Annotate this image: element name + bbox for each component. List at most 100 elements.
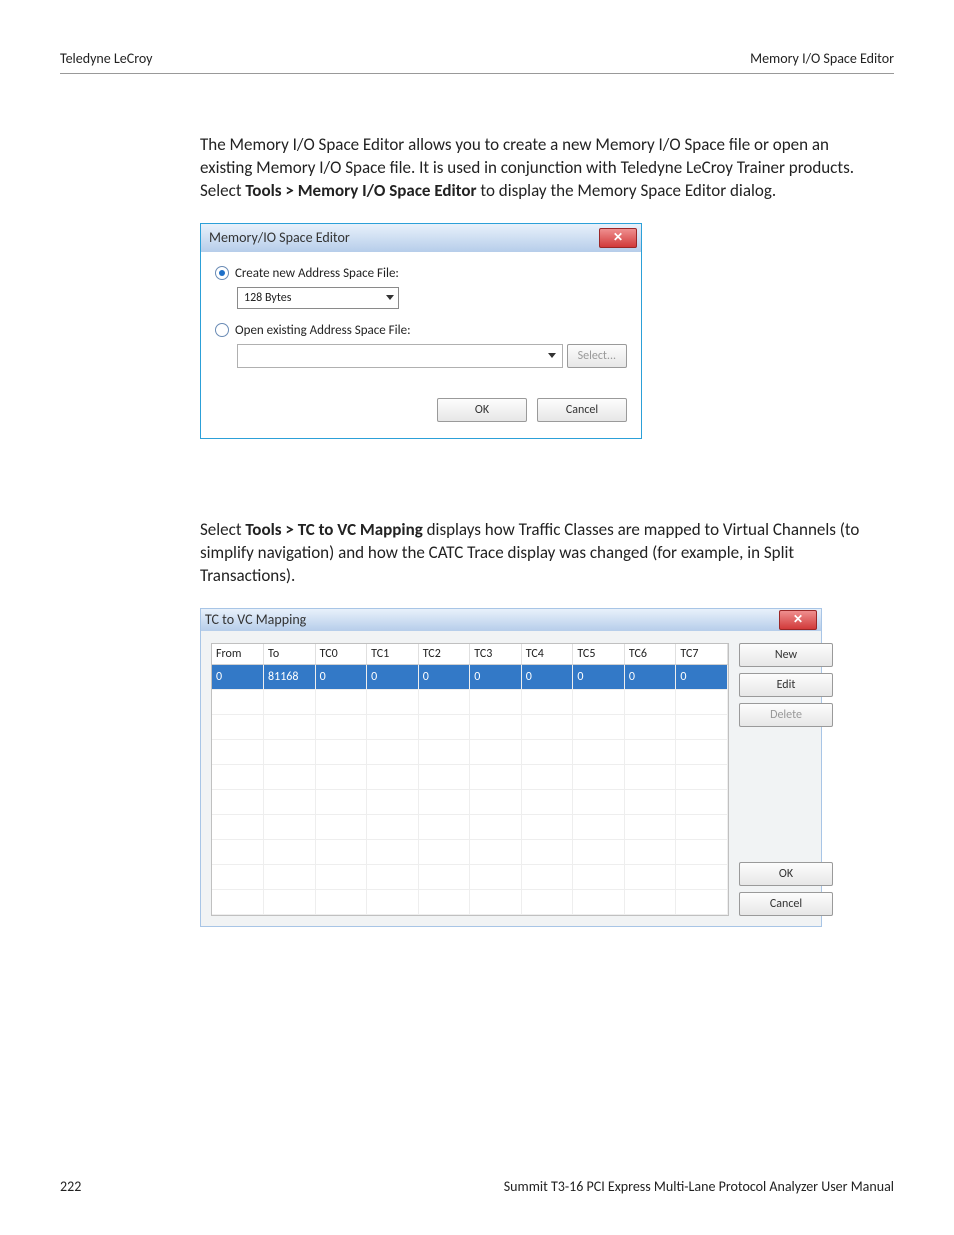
table-cell — [676, 864, 728, 889]
table-cell[interactable]: 0 — [521, 664, 573, 689]
table-header[interactable]: TC2 — [418, 644, 470, 665]
table-cell — [212, 789, 264, 814]
table-cell — [470, 889, 522, 914]
table-cell — [212, 739, 264, 764]
memory-io-space-editor-dialog: Memory/IO Space Editor ✕ Create new Addr… — [200, 223, 642, 439]
table-cell — [624, 714, 676, 739]
table-cell — [264, 839, 316, 864]
table-cell — [264, 789, 316, 814]
table-cell — [470, 839, 522, 864]
table-cell — [367, 839, 419, 864]
table-cell — [573, 739, 625, 764]
table-cell[interactable]: 0 — [212, 664, 264, 689]
table-header[interactable]: TC5 — [573, 644, 625, 665]
table-cell — [315, 889, 367, 914]
table-cell — [367, 789, 419, 814]
table-cell — [315, 689, 367, 714]
ok-button[interactable]: OK — [437, 398, 527, 422]
table-cell[interactable]: 81168 — [264, 664, 316, 689]
table-row — [212, 889, 728, 914]
table-cell — [367, 714, 419, 739]
table-cell — [624, 789, 676, 814]
table-cell — [315, 739, 367, 764]
table-cell — [315, 764, 367, 789]
select-file-button[interactable]: Select... — [567, 344, 627, 368]
table-cell — [470, 764, 522, 789]
dialog-title: Memory/IO Space Editor — [209, 229, 350, 246]
table-row — [212, 864, 728, 889]
table-header[interactable]: TC0 — [315, 644, 367, 665]
table-cell — [367, 864, 419, 889]
table-header[interactable]: TC6 — [624, 644, 676, 665]
table-header[interactable]: To — [264, 644, 316, 665]
table-cell[interactable]: 0 — [315, 664, 367, 689]
edit-button[interactable]: Edit — [739, 673, 833, 697]
table-cell — [212, 864, 264, 889]
table-cell — [470, 714, 522, 739]
table-row — [212, 789, 728, 814]
table-cell — [470, 814, 522, 839]
table-cell — [418, 714, 470, 739]
table-cell — [470, 789, 522, 814]
table-cell — [624, 764, 676, 789]
table-cell — [573, 839, 625, 864]
table-cell — [264, 889, 316, 914]
size-combo[interactable]: 128 Bytes — [237, 287, 399, 309]
table-header[interactable]: TC3 — [470, 644, 522, 665]
table-row[interactable]: 08116800000000 — [212, 664, 728, 689]
chevron-down-icon — [386, 295, 394, 300]
chevron-down-icon — [548, 353, 556, 358]
table-cell — [264, 689, 316, 714]
table-cell — [315, 814, 367, 839]
para2-pre: Select — [200, 519, 245, 540]
table-cell — [573, 789, 625, 814]
table-cell[interactable]: 0 — [573, 664, 625, 689]
tc-vc-mapping-dialog: TC to VC Mapping ✕ FromToTC0TC1TC2TC3TC4… — [200, 608, 822, 927]
close-icon[interactable]: ✕ — [779, 610, 817, 630]
dialog-titlebar[interactable]: TC to VC Mapping ✕ — [201, 609, 821, 631]
table-cell[interactable]: 0 — [470, 664, 522, 689]
table-cell — [521, 889, 573, 914]
para1-post: to display the Memory Space Editor dialo… — [477, 180, 777, 201]
table-cell — [418, 764, 470, 789]
mapping-table[interactable]: FromToTC0TC1TC2TC3TC4TC5TC6TC7 081168000… — [211, 643, 729, 916]
table-header[interactable]: TC7 — [676, 644, 728, 665]
table-cell[interactable]: 0 — [418, 664, 470, 689]
new-button[interactable]: New — [739, 643, 833, 667]
file-path-combo[interactable] — [237, 344, 563, 368]
table-cell[interactable]: 0 — [624, 664, 676, 689]
table-header[interactable]: From — [212, 644, 264, 665]
table-cell — [573, 764, 625, 789]
label-create-new: Create new Address Space File: — [235, 266, 399, 281]
table-row — [212, 689, 728, 714]
close-icon[interactable]: ✕ — [599, 228, 637, 248]
table-cell — [470, 689, 522, 714]
table-cell[interactable]: 0 — [676, 664, 728, 689]
table-cell[interactable]: 0 — [367, 664, 419, 689]
table-header[interactable]: TC4 — [521, 644, 573, 665]
table-cell — [676, 739, 728, 764]
table-cell — [418, 864, 470, 889]
table-cell — [212, 764, 264, 789]
table-row — [212, 764, 728, 789]
cancel-button[interactable]: Cancel — [537, 398, 627, 422]
table-cell — [264, 814, 316, 839]
table-row — [212, 739, 728, 764]
dialog-titlebar[interactable]: Memory/IO Space Editor ✕ — [201, 224, 641, 252]
table-cell — [264, 714, 316, 739]
ok-button[interactable]: OK — [739, 862, 833, 886]
table-cell — [470, 864, 522, 889]
table-cell — [573, 814, 625, 839]
dialog-title: TC to VC Mapping — [205, 611, 306, 628]
table-cell — [367, 764, 419, 789]
cancel-button[interactable]: Cancel — [739, 892, 833, 916]
radio-create-new[interactable] — [215, 266, 229, 280]
radio-open-existing[interactable] — [215, 323, 229, 337]
table-cell — [418, 814, 470, 839]
table-cell — [315, 714, 367, 739]
table-header[interactable]: TC1 — [367, 644, 419, 665]
table-cell — [676, 814, 728, 839]
delete-button[interactable]: Delete — [739, 703, 833, 727]
para2-bold: Tools > TC to VC Mapping — [245, 519, 422, 540]
table-cell — [573, 689, 625, 714]
